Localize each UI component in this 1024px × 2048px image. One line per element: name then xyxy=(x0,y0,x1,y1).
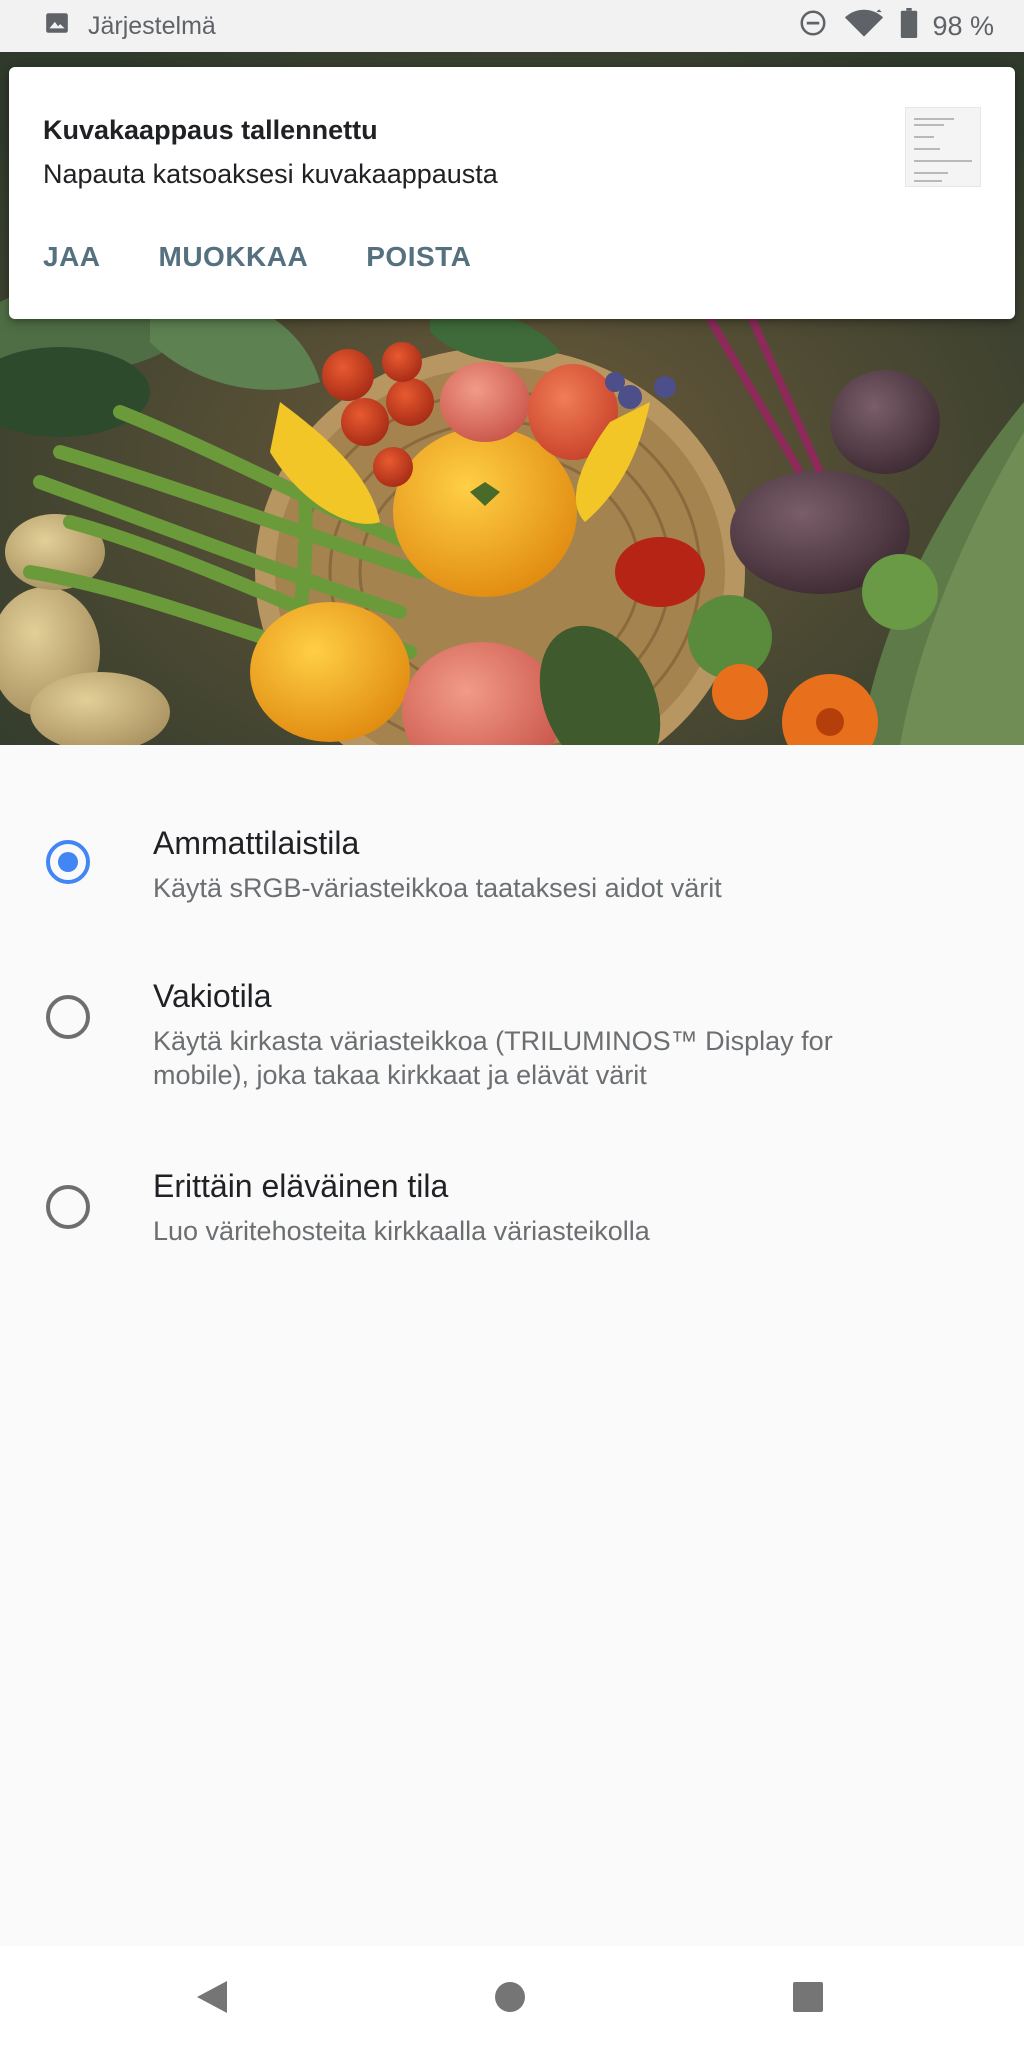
recents-icon[interactable] xyxy=(748,1946,868,2048)
wifi-icon xyxy=(842,8,886,45)
edit-button[interactable]: MUOKKAA xyxy=(159,241,309,273)
status-left: Järjestelmä xyxy=(44,10,216,43)
share-button[interactable]: JAA xyxy=(43,241,101,273)
status-bar: Järjestelmä 98 % xyxy=(0,0,1024,52)
screenshot-notification[interactable]: Kuvakaappaus tallennettu Napauta katsoak… xyxy=(9,67,1015,319)
image-icon xyxy=(44,10,70,43)
delete-button[interactable]: POISTA xyxy=(366,241,471,273)
notification-text: Napauta katsoaksesi kuvakaappausta xyxy=(43,159,498,189)
option-title: Erittäin eläväinen tila xyxy=(153,1168,449,1204)
option-description: Käytä sRGB-väriasteikkoa taataksesi aido… xyxy=(153,873,722,903)
do-not-disturb-icon xyxy=(798,8,828,45)
battery-percent: 98 % xyxy=(932,10,994,41)
option-description: Luo väritehosteita kirkkaalla väriasteik… xyxy=(153,1216,650,1246)
notification-title: Kuvakaappaus tallennettu xyxy=(43,115,378,145)
screenshot-thumbnail[interactable] xyxy=(905,107,981,187)
battery-icon xyxy=(900,7,918,45)
notification-source: Järjestelmä xyxy=(88,11,216,40)
navigation-bar xyxy=(0,1946,1024,2048)
back-icon[interactable] xyxy=(152,1946,272,2048)
option-standard-mode[interactable]: Vakiotila Käytä kirkasta väriasteikkoa (… xyxy=(0,935,1024,1090)
option-professional-mode[interactable]: Ammattilaistila Käytä sRGB-väriasteikkoa… xyxy=(0,785,1024,903)
option-title: Vakiotila xyxy=(153,978,272,1014)
option-title: Ammattilaistila xyxy=(153,825,360,861)
status-right: 98 % xyxy=(798,7,994,45)
option-description: Käytä kirkasta väriasteikkoa (TRILUMINOS… xyxy=(153,1026,833,1090)
screen: Järjestelmä 98 % Kuvakaappaus tallennett… xyxy=(0,0,1024,2048)
radio-button[interactable] xyxy=(46,995,90,1039)
radio-button[interactable] xyxy=(46,1185,90,1229)
option-super-vivid-mode[interactable]: Erittäin eläväinen tila Luo väritehostei… xyxy=(0,1125,1024,1246)
radio-button-selected[interactable] xyxy=(46,840,90,884)
notification-actions: JAA MUOKKAA POISTA xyxy=(43,241,471,273)
home-icon[interactable] xyxy=(450,1946,570,2048)
